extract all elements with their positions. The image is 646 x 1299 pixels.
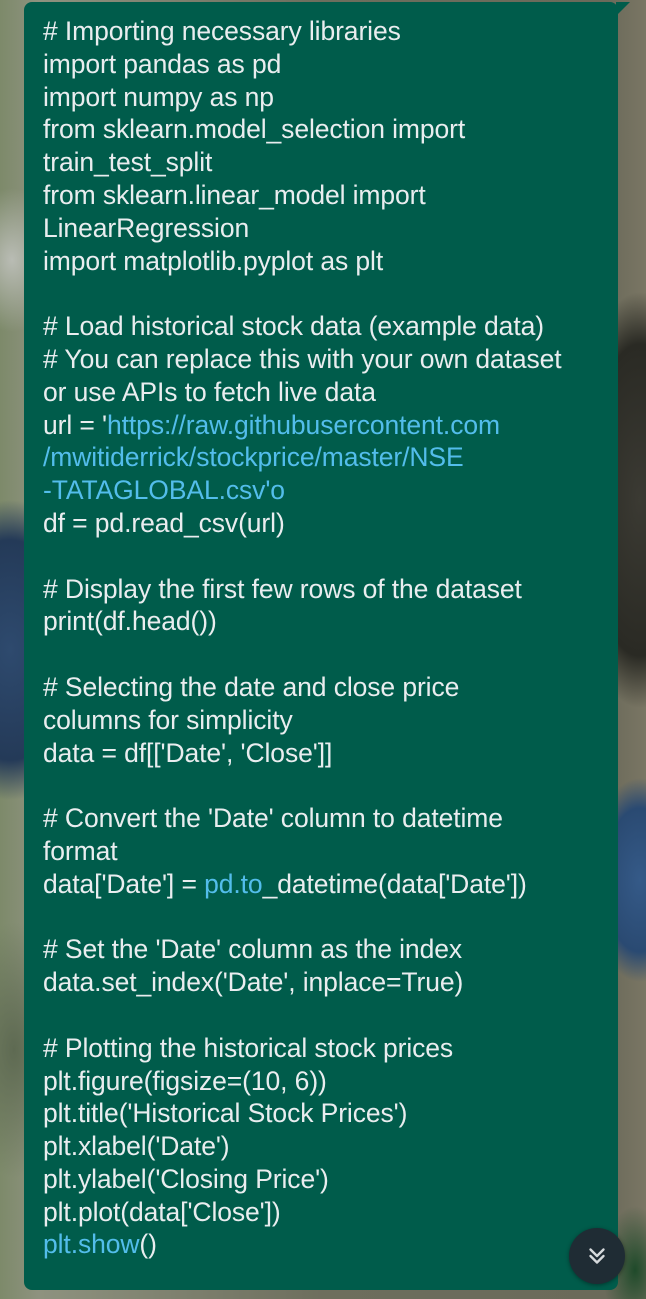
message-line: or use APIs to fetch live data: [43, 376, 608, 409]
message-text: # Importing necessary libraries import pa…: [43, 15, 608, 1261]
message-line: [43, 277, 608, 310]
message-line: columns for simplicity: [43, 704, 608, 737]
message-line: print(df.head()): [43, 605, 608, 638]
message-line: import numpy as np: [43, 81, 608, 114]
message-link[interactable]: -TATAGLOBAL.csv'o: [43, 475, 285, 505]
line-text: _datetime(data['Date']): [262, 868, 527, 899]
line-text: format: [43, 835, 118, 866]
message-link[interactable]: pd.to: [204, 869, 263, 899]
message-line: # Selecting the date and close price: [43, 671, 608, 704]
message-line: [43, 769, 608, 802]
message-line: url = 'https://raw.githubusercontent.com: [43, 409, 608, 442]
line-text: import matplotlib.pyplot as plt: [43, 245, 384, 276]
message-line: -TATAGLOBAL.csv'o: [43, 474, 608, 507]
line-text: from sklearn.model_selection import: [43, 114, 466, 145]
message-line: /mwitiderrick/stockprice/master/NSE: [43, 441, 608, 474]
line-text: print(df.head()): [43, 606, 217, 637]
line-text: df = pd.read_csv(url): [43, 507, 285, 538]
message-line: import matplotlib.pyplot as plt: [43, 245, 608, 278]
line-text: # Display the first few rows of the data…: [43, 573, 522, 604]
line-text: data.set_index('Date', inplace=True): [43, 967, 464, 998]
message-line: data.set_index('Date', inplace=True): [43, 966, 608, 999]
message-line: # Importing necessary libraries: [43, 15, 608, 48]
message-line: train_test_split: [43, 146, 608, 179]
line-text: train_test_split: [43, 147, 213, 178]
message-line: from sklearn.model_selection import: [43, 113, 608, 146]
message-line: # Display the first few rows of the data…: [43, 573, 608, 606]
message-link[interactable]: https://raw.githubusercontent.com: [107, 410, 500, 440]
message-line: [43, 901, 608, 934]
line-text: # Selecting the date and close price: [43, 671, 460, 702]
line-text: columns for simplicity: [43, 704, 293, 735]
message-line: # You can replace this with your own dat…: [43, 343, 608, 376]
line-text: # Load historical stock data (example da…: [43, 311, 544, 342]
message-link[interactable]: plt.show: [43, 1229, 140, 1259]
message-line: plt.plot(data['Close']): [43, 1196, 608, 1229]
line-text: or use APIs to fetch live data: [43, 376, 376, 407]
message-line: [43, 540, 608, 573]
line-text: plt.ylabel('Closing Price'): [43, 1163, 329, 1194]
message-line: import pandas as pd: [43, 48, 608, 81]
message-line: # Convert the 'Date' column to datetime: [43, 802, 608, 835]
line-text: import pandas as pd: [43, 48, 282, 79]
message-link[interactable]: /mwitiderrick/stockprice/master/NSE: [43, 442, 464, 472]
message-line: format: [43, 835, 608, 868]
line-text: data = df[['Date', 'Close']]: [43, 737, 333, 768]
line-text: (): [139, 1229, 157, 1260]
message-line: plt.figure(figsize=(10, 6)): [43, 1065, 608, 1098]
line-text: data['Date'] =: [43, 868, 205, 899]
line-text: # Set the 'Date' column as the index: [43, 934, 462, 965]
message-line: data['Date'] = pd.to_datetime(data['Date…: [43, 868, 608, 901]
line-text: # Convert the 'Date' column to datetime: [43, 803, 503, 834]
line-text: # Plotting the historical stock prices: [43, 1032, 454, 1063]
line-text: LinearRegression: [43, 212, 250, 243]
line-text: from sklearn.linear_model import: [43, 179, 426, 210]
line-text: plt.plot(data['Close']): [43, 1196, 281, 1227]
message-line: # Load historical stock data (example da…: [43, 310, 608, 343]
bubble-tail: [616, 2, 630, 16]
line-text: plt.title('Historical Stock Prices'): [43, 1098, 408, 1129]
line-text: plt.figure(figsize=(10, 6)): [43, 1065, 327, 1096]
message-line: LinearRegression: [43, 212, 608, 245]
line-text: plt.xlabel('Date'): [43, 1131, 230, 1162]
line-text: import numpy as np: [43, 81, 274, 112]
scroll-to-bottom-button[interactable]: [569, 1228, 625, 1284]
message-line: plt.show(): [43, 1228, 608, 1261]
line-text: # You can replace this with your own dat…: [43, 343, 562, 374]
message-line: data = df[['Date', 'Close']]: [43, 737, 608, 770]
double-chevron-down-icon: [589, 1248, 605, 1264]
message-line: plt.xlabel('Date'): [43, 1130, 608, 1163]
message-line: # Plotting the historical stock prices: [43, 1032, 608, 1065]
line-text: url = ': [43, 409, 108, 440]
message-line: plt.ylabel('Closing Price'): [43, 1163, 608, 1196]
message-bubble[interactable]: # Importing necessary libraries import pa…: [24, 2, 630, 1290]
message-line: [43, 638, 608, 671]
message-line: # Set the 'Date' column as the index: [43, 933, 608, 966]
message-line: from sklearn.linear_model import: [43, 179, 608, 212]
message-line: plt.title('Historical Stock Prices'): [43, 1097, 608, 1130]
line-text: # Importing necessary libraries: [43, 16, 401, 46]
message-line: [43, 999, 608, 1032]
message-line: df = pd.read_csv(url): [43, 507, 608, 540]
